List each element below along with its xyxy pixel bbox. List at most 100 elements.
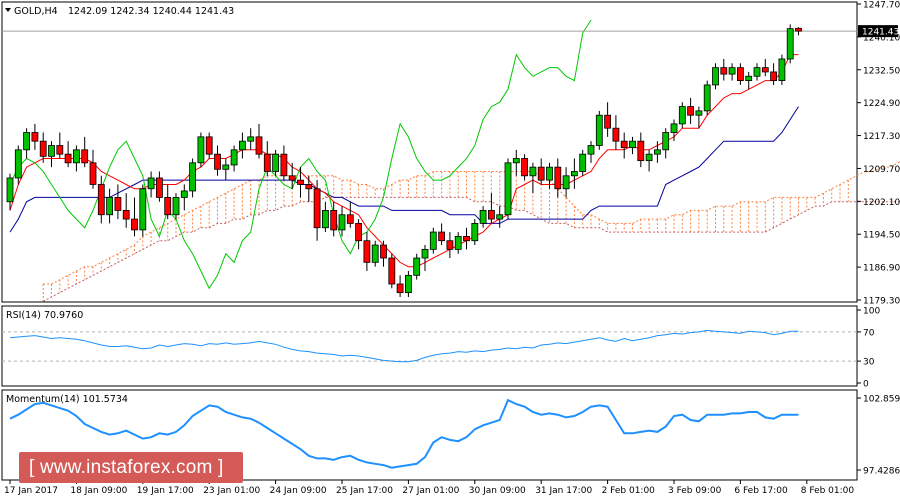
candle-body bbox=[678, 106, 686, 125]
candle-body bbox=[48, 145, 55, 157]
rsi-header: RSI(14) 70.9760 bbox=[6, 310, 83, 321]
candle-body bbox=[122, 210, 130, 220]
candle bbox=[180, 184, 188, 211]
time-tick-label: 25 Jan 17:00 bbox=[336, 486, 393, 496]
candle-body bbox=[73, 149, 80, 164]
time-tick-label: 17 Jan 2017 bbox=[4, 486, 58, 496]
candle-body bbox=[247, 136, 255, 142]
candle bbox=[396, 275, 404, 297]
candle bbox=[795, 27, 802, 36]
candle-body bbox=[31, 132, 39, 142]
candle bbox=[338, 206, 346, 237]
candle-body bbox=[521, 158, 528, 177]
candle bbox=[288, 162, 296, 189]
candle-body bbox=[487, 210, 495, 220]
candle-body bbox=[338, 214, 346, 231]
candle bbox=[571, 158, 578, 189]
candle bbox=[280, 145, 288, 181]
candle-body bbox=[795, 27, 802, 32]
candle-body bbox=[23, 132, 31, 151]
candle-body bbox=[280, 153, 288, 177]
candle bbox=[595, 110, 603, 150]
candle-body bbox=[770, 71, 777, 81]
candle bbox=[612, 115, 620, 150]
candle-body bbox=[579, 153, 587, 172]
candle bbox=[629, 136, 636, 155]
candle-body bbox=[89, 162, 97, 185]
candle bbox=[504, 158, 512, 220]
price-tick-label: 1224.90 bbox=[863, 99, 900, 109]
candle bbox=[487, 193, 495, 224]
candle-body bbox=[388, 257, 396, 285]
candle-body bbox=[438, 231, 446, 242]
price-tick-label: 1247.70 bbox=[863, 1, 900, 11]
dropdown-triangle-icon[interactable] bbox=[5, 8, 11, 12]
candle bbox=[23, 128, 31, 159]
candle-body bbox=[612, 127, 620, 142]
price-tick-label: 1186.90 bbox=[863, 264, 900, 274]
candle-body bbox=[355, 223, 363, 242]
candle bbox=[421, 245, 429, 272]
candle-body bbox=[297, 179, 304, 185]
candle-body bbox=[786, 28, 794, 60]
price-tick-label: 1202.10 bbox=[863, 198, 900, 208]
candle bbox=[728, 63, 736, 81]
candle-body bbox=[512, 158, 520, 164]
candle bbox=[778, 54, 786, 85]
candle bbox=[745, 71, 753, 90]
candle bbox=[753, 63, 761, 81]
candle bbox=[81, 136, 89, 168]
candle bbox=[712, 63, 719, 90]
candle-body bbox=[164, 197, 172, 216]
candle-body bbox=[737, 67, 744, 81]
chart: 1247.70 1240.10 1232.50 1224.90 1217.30 1209.… bbox=[0, 0, 900, 500]
time-tick-label: 27 Jan 01:00 bbox=[402, 486, 459, 496]
candle bbox=[662, 128, 670, 159]
candle-body bbox=[529, 166, 537, 177]
candle-body bbox=[346, 214, 354, 224]
candle-body bbox=[712, 67, 719, 86]
time-tick-label: 30 Jan 09:00 bbox=[469, 486, 526, 496]
candle bbox=[604, 102, 611, 137]
candle-body bbox=[454, 235, 462, 250]
price-tick-label: 1232.50 bbox=[863, 66, 900, 76]
time-tick-label: 19 Jan 17:00 bbox=[137, 486, 194, 496]
candle bbox=[770, 63, 777, 85]
candle bbox=[139, 184, 147, 237]
rsi-line bbox=[9, 329, 799, 363]
candle-body bbox=[305, 184, 313, 190]
candle bbox=[687, 97, 694, 124]
candle bbox=[230, 145, 238, 172]
candle bbox=[64, 141, 72, 168]
time-tick-label: 24 Jan 09:00 bbox=[270, 486, 327, 496]
candle bbox=[114, 184, 122, 220]
candle-body bbox=[463, 235, 470, 242]
candle-body bbox=[6, 177, 14, 203]
candle bbox=[737, 63, 744, 85]
candle-body bbox=[214, 153, 221, 170]
candle-body bbox=[81, 149, 89, 164]
watermark-banner[interactable]: [ www.instaforex.com ] bbox=[19, 452, 243, 483]
candle-body bbox=[670, 123, 678, 133]
candle-body bbox=[637, 140, 645, 162]
rsi-tick-label: 0 bbox=[863, 380, 869, 390]
candle-body bbox=[604, 114, 611, 129]
candle bbox=[89, 149, 97, 189]
candle bbox=[479, 206, 487, 228]
candle bbox=[404, 271, 412, 297]
candle-body bbox=[778, 58, 786, 81]
candle bbox=[413, 253, 421, 280]
candle bbox=[205, 132, 213, 159]
candle bbox=[147, 171, 155, 198]
candle-body bbox=[272, 153, 280, 172]
ichimoku-lines bbox=[2, 19, 857, 290]
candle bbox=[255, 123, 263, 159]
candle-body bbox=[587, 145, 595, 155]
candle-body bbox=[106, 197, 113, 216]
candle-body bbox=[263, 153, 271, 172]
candle-body bbox=[753, 67, 761, 77]
senkou-span-a bbox=[43, 161, 900, 285]
candle-body bbox=[645, 153, 653, 162]
main-pane-frame bbox=[1, 1, 858, 303]
candle bbox=[786, 24, 794, 64]
